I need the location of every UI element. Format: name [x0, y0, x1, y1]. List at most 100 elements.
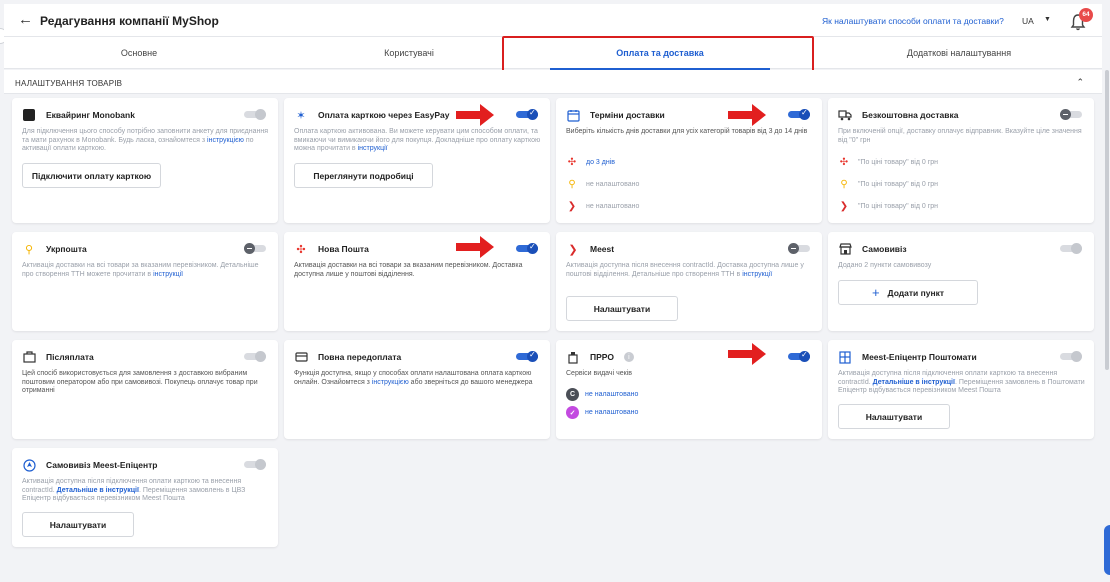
nova-poshta-toggle[interactable] [516, 242, 538, 254]
card-monobank: Еквайринг Monobank Для підключення цього… [12, 98, 278, 223]
section-title: НАЛАШТУВАННЯ ТОВАРІВ [15, 79, 123, 88]
annotation-arrow [456, 236, 494, 258]
pickup-toggle[interactable] [1060, 243, 1082, 254]
annotation-arrow [728, 343, 766, 365]
list-item[interactable]: ❯ не налаштовано [566, 200, 640, 212]
tab-additional-settings[interactable]: Додаткові налаштування [824, 37, 1094, 69]
card-description: Сервіси видачі чеків [566, 370, 632, 377]
monobank-toggle[interactable] [244, 109, 266, 120]
card-title: Післяплата [46, 352, 94, 362]
vchasno-service-icon: ✓ [566, 406, 579, 419]
nova-poshta-icon: ✣ [567, 156, 577, 168]
ukrposhta-icon: ⚲ [24, 243, 34, 256]
list-item[interactable]: ✣ до 3 днів [566, 156, 615, 168]
list-item[interactable]: ⚲ "По ціні товару" від 0 грн [838, 178, 938, 190]
meest-icon: ❯ [568, 243, 578, 256]
card-ukrposhta: ⚲ Укрпошта Активація доставки на всі тов… [12, 232, 278, 331]
configure-meest-button[interactable]: Налаштувати [566, 296, 678, 321]
connect-card-payment-button[interactable]: Підключити оплату карткою [22, 163, 161, 188]
card-title: Meest [590, 244, 615, 254]
card-delivery-terms: Терміни доставки Виберіть кількість днів… [556, 98, 822, 223]
tab-main[interactable]: Основне [4, 37, 274, 69]
card-description: Оплата карткою активована. Ви можете кер… [294, 128, 541, 152]
instruction-link[interactable]: інструкції [153, 271, 183, 278]
card-title: Самовивіз [862, 244, 907, 254]
prepayment-toggle[interactable] [516, 350, 538, 362]
list-item[interactable]: Cне налаштовано [566, 388, 638, 401]
card-easypay: ✶ Оплата карткою через EasyPay Оплата ка… [284, 98, 550, 223]
list-item[interactable]: ⚲ не налаштовано [566, 178, 639, 190]
card-title: Еквайринг Monobank [46, 110, 135, 120]
help-link[interactable]: Як налаштувати способи оплати та доставк… [822, 16, 1004, 26]
chat-widget-tab[interactable] [1104, 525, 1110, 575]
tab-payment-delivery[interactable]: Оплата та доставка [550, 37, 770, 70]
instruction-link[interactable]: інструкцією [372, 379, 409, 386]
card-prepayment: Повна передоплата Функція доступна, якщо… [284, 340, 550, 439]
list-item[interactable]: ❯ "По ціні товару" від 0 грн [838, 200, 938, 212]
card-description: Для підключення цього способу потрібно з… [22, 128, 269, 152]
card-description: При включеній опції, доставку оплачує ві… [838, 128, 1082, 144]
chevron-down-icon[interactable]: ▼ [1044, 16, 1051, 23]
ukrposhta-toggle[interactable] [244, 243, 266, 254]
notification-badge: 64 [1079, 8, 1093, 22]
easypay-toggle[interactable] [516, 108, 538, 120]
card-title: Повна передоплата [318, 352, 402, 362]
instruction-link[interactable]: інструкції [358, 145, 388, 152]
add-pickup-point-button[interactable]: + Додати пункт [838, 280, 978, 305]
instruction-link[interactable]: Детальніше в інструкції [873, 379, 955, 386]
section-header[interactable]: НАЛАШТУВАННЯ ТОВАРІВ ⌃ [4, 70, 1102, 94]
card-title: Оплата карткою через EasyPay [318, 110, 450, 120]
credit-card-icon [294, 350, 308, 364]
card-meest: ❯ Meest Активація доступна після внесенн… [556, 232, 822, 331]
list-item[interactable]: ✣ "По ціні товару" від 0 грн [838, 156, 938, 168]
instruction-link[interactable]: Детальніше в інструкції [57, 487, 139, 494]
tab-users[interactable]: Користувачі [274, 37, 544, 69]
meest-toggle[interactable] [788, 243, 810, 254]
card-description: Додано 2 пункти самовивозу [838, 262, 932, 269]
cod-toggle[interactable] [244, 351, 266, 362]
card-nova-poshta: ✣ Нова Пошта Активація доставки на всі т… [284, 232, 550, 331]
card-title: Самовивіз Meest-Епіцентр [46, 460, 158, 470]
info-icon[interactable]: i [623, 352, 634, 362]
card-free-delivery: Безкоштовна доставка При включеній опції… [828, 98, 1094, 223]
configure-meest-pickup-button[interactable]: Налаштувати [22, 512, 134, 537]
card-description: Активація доступна після підключення опл… [22, 478, 246, 502]
card-description: Активація доставки на всі товари за вказ… [22, 262, 259, 278]
delivery-terms-toggle[interactable] [788, 108, 810, 120]
truck-icon [838, 108, 852, 122]
card-meest-pickup: Самовивіз Meest-Епіцентр Активація досту… [12, 448, 278, 547]
ukrposhta-icon: ⚲ [568, 178, 576, 190]
annotation-arrow [456, 104, 494, 126]
card-meest-lockers: Meest-Епіцентр Поштомати Активація досту… [828, 340, 1094, 439]
nova-poshta-icon: ✣ [296, 243, 306, 256]
instruction-link[interactable]: інструкцією [207, 137, 244, 144]
card-description: Активація доступна після внесення contra… [566, 262, 804, 278]
card-title: Безкоштовна доставка [862, 110, 959, 120]
card-description: Цей спосіб використовується для замовлен… [22, 370, 258, 394]
meest-lockers-toggle[interactable] [1060, 351, 1082, 362]
calendar-icon [566, 108, 580, 122]
card-title: ПРРО [590, 352, 614, 362]
scrollbar[interactable] [1105, 70, 1109, 370]
language-selector[interactable]: UA [1022, 16, 1034, 26]
prro-toggle[interactable] [788, 350, 810, 362]
card-title: Терміни доставки [590, 110, 665, 120]
card-description: Функція доступна, якщо у способах оплати… [294, 370, 533, 386]
package-icon [22, 350, 36, 364]
meest-icon: ❯ [839, 200, 849, 212]
monobank-icon [22, 108, 36, 122]
instruction-link[interactable]: інструкції [742, 271, 772, 278]
tab-bar: Основне Користувачі Оплата та доставка Д… [4, 37, 1102, 70]
view-details-button[interactable]: Переглянути подробиці [294, 163, 433, 188]
free-delivery-toggle[interactable] [1060, 109, 1082, 120]
meest-pickup-toggle[interactable] [244, 459, 266, 470]
card-pickup: Самовивіз Додано 2 пункти самовивозу + До… [828, 232, 1094, 331]
page-title: Редагування компанії MyShop [40, 14, 219, 28]
arrow-left-icon[interactable]: ← [18, 12, 33, 27]
store-icon [838, 242, 852, 256]
checkbox-service-icon: C [566, 388, 579, 401]
card-title: Укрпошта [46, 244, 87, 254]
configure-meest-lockers-button[interactable]: Налаштувати [838, 404, 950, 429]
chevron-up-icon[interactable]: ⌃ [1076, 77, 1084, 88]
list-item[interactable]: ✓ не налаштовано [566, 406, 638, 419]
